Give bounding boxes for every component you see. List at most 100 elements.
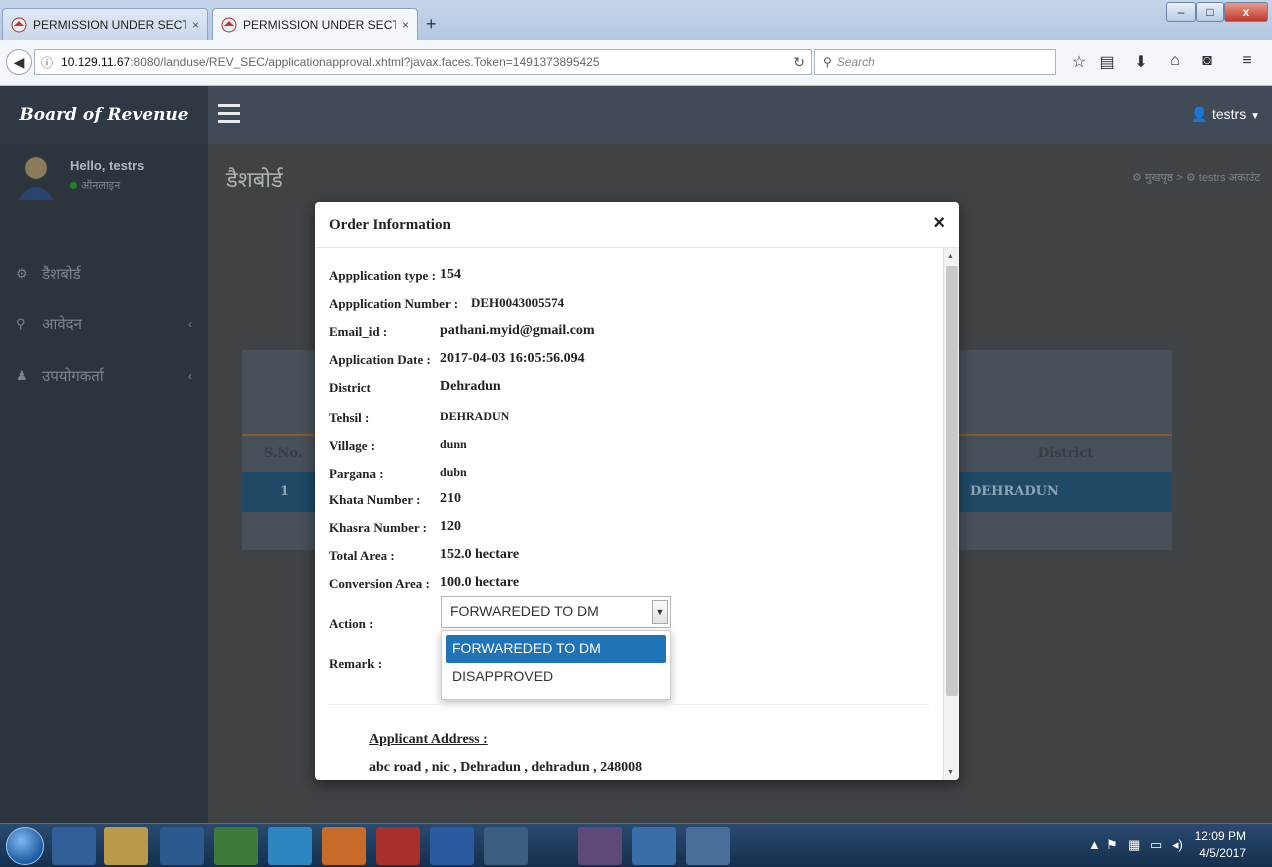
field-label: Conversion Area :	[329, 576, 430, 591]
action-option[interactable]: FORWAREDED TO DM	[446, 635, 666, 663]
browser-nav-bar: ◀ ⓘ 10.129.11.67 :8080/landuse/REV_SEC/a…	[0, 40, 1272, 86]
chevron-left-icon: ‹	[188, 369, 192, 383]
field-value: 120	[440, 519, 461, 534]
modal-body: Appplication type : 154 Appplication Num…	[315, 248, 943, 780]
remark-label: Remark :	[329, 656, 383, 671]
site-favicon-icon	[221, 17, 237, 32]
scroll-down-icon[interactable]: ▼	[947, 768, 954, 776]
field-label: District	[329, 380, 371, 395]
user-icon: 👤	[1190, 106, 1209, 122]
dashboard-icon: ⚙	[16, 266, 28, 281]
clock-date[interactable]: 4/5/2017	[1199, 846, 1246, 860]
file-explorer-icon[interactable]	[104, 827, 148, 865]
column-header-sno[interactable]: S.No.	[264, 446, 302, 461]
online-dot-icon	[70, 182, 77, 189]
clock-time[interactable]: 12:09 PM	[1195, 829, 1246, 843]
modal-title: Order Information	[329, 217, 451, 233]
site-info-icon[interactable]: ⓘ	[41, 54, 53, 71]
field-value: DEHRADUN	[440, 409, 510, 423]
acrobat-icon[interactable]	[376, 827, 420, 865]
new-tab-button[interactable]: +	[426, 14, 437, 35]
applicant-address-value: abc road , nic , Dehradun , dehradun , 2…	[369, 760, 643, 775]
download-icon[interactable]: ⬇	[1130, 52, 1152, 72]
scroll-thumb[interactable]	[946, 266, 958, 696]
page-title: डैशबोर्ड	[226, 167, 283, 192]
field-label: Total Area :	[329, 548, 395, 563]
postgres-icon[interactable]	[484, 827, 528, 865]
sidebar: Hello, testrs ऑनलाइन ⚙ डैशबोर्ड ⚲ आवेदन …	[0, 144, 208, 823]
column-header-district[interactable]: District	[1038, 446, 1093, 461]
flag-icon[interactable]: ⚑	[1106, 837, 1118, 853]
star-icon[interactable]: ☆	[1068, 52, 1090, 72]
address-bar[interactable]: ⓘ 10.129.11.67 :8080/landuse/REV_SEC/app…	[34, 49, 812, 75]
tab-title: PERMISSION UNDER SECTI...	[33, 17, 186, 32]
browser-tab-bar: PERMISSION UNDER SECTI... × PERMISSION U…	[0, 0, 1272, 40]
breadcrumb-home[interactable]: मुखपृष्ठ	[1145, 172, 1173, 184]
app-icon[interactable]	[268, 827, 312, 865]
order-information-modal: Order Information × Appplication type : …	[315, 202, 959, 780]
field-value: DEH0043005574	[471, 295, 565, 310]
sidebar-item-users[interactable]: ♟ उपयोगकर्ता ‹	[0, 356, 208, 396]
user-menu[interactable]: 👤 testrs ▼	[1191, 106, 1260, 123]
action-dropdown-list: FORWAREDED TO DM DISAPPROVED	[441, 630, 671, 700]
sidebar-item-application[interactable]: ⚲ आवेदन ‹	[0, 304, 208, 344]
search-icon: ⚲	[16, 316, 26, 331]
tab-title: PERMISSION UNDER SECTI...	[243, 17, 396, 32]
tab-close-icon[interactable]: ×	[402, 18, 409, 32]
chrome-icon[interactable]	[214, 827, 258, 865]
back-arrow-icon[interactable]: ◀	[6, 49, 32, 75]
minimize-icon[interactable]: –	[1166, 2, 1196, 22]
action-select[interactable]: FORWAREDED TO DM ▼	[441, 596, 671, 628]
chevron-down-icon[interactable]: ▼	[652, 600, 668, 624]
caret-down-icon: ▼	[1250, 111, 1260, 122]
ie-icon[interactable]	[52, 827, 96, 865]
tab-close-icon[interactable]: ×	[192, 18, 199, 32]
paint-icon[interactable]	[686, 827, 730, 865]
field-label: Tehsil :	[329, 410, 370, 425]
reload-icon[interactable]: ↻	[793, 54, 805, 71]
field-value: 100.0 hectare	[440, 575, 520, 590]
network-icon[interactable]: ▦	[1128, 837, 1140, 853]
scroll-up-icon[interactable]: ▲	[947, 252, 954, 260]
url-path: :8080/landuse/REV_SEC/applicationapprova…	[130, 55, 600, 69]
pocket-icon[interactable]: ◙	[1196, 52, 1218, 70]
search-placeholder: Search	[836, 55, 875, 69]
field-label: Appplication type :	[329, 268, 436, 283]
firefox-icon[interactable]	[322, 827, 366, 865]
system-tray: ▲ ⚑ ▦ ▭ ◂) 12:09 PM 4/5/2017	[1082, 824, 1272, 867]
user-name: testrs	[1211, 106, 1247, 122]
search-input[interactable]: ⚲ Search	[814, 49, 1056, 75]
cell-district: DEHRADUN	[970, 484, 1059, 499]
modal-scrollbar[interactable]: ▲ ▼	[943, 248, 959, 780]
app-header: Board of Revenue 👤 testrs ▼	[0, 86, 1272, 144]
monitor-icon[interactable]: ▭	[1150, 837, 1162, 853]
sidebar-item-dashboard[interactable]: ⚙ डैशबोर्ड	[0, 254, 208, 294]
start-button[interactable]	[6, 827, 44, 865]
hamburger-menu-icon[interactable]	[218, 104, 240, 124]
media-player-icon[interactable]	[160, 827, 204, 865]
volume-icon[interactable]: ◂)	[1172, 837, 1183, 853]
action-label: Action :	[329, 616, 374, 631]
browser-tab-1[interactable]: PERMISSION UNDER SECTI... ×	[2, 8, 208, 40]
action-option[interactable]: DISAPPROVED	[446, 663, 666, 691]
home-icon[interactable]: ⌂	[1164, 52, 1186, 70]
java-ee-ide-icon[interactable]	[578, 827, 622, 865]
browser-tab-2[interactable]: PERMISSION UNDER SECTI... ×	[212, 8, 418, 40]
field-value: 210	[440, 491, 461, 506]
window-close-icon[interactable]: x	[1224, 2, 1268, 22]
search-icon: ⚲	[823, 55, 832, 69]
reading-list-icon[interactable]: ▤	[1096, 52, 1118, 72]
word-icon[interactable]	[430, 827, 474, 865]
brand-logo[interactable]: Board of Revenue	[0, 86, 208, 144]
maximize-icon[interactable]: □	[1196, 2, 1224, 22]
menu-icon[interactable]: ≡	[1236, 52, 1258, 70]
dashboard-icon: ⚙	[1132, 172, 1142, 184]
divider	[329, 704, 929, 705]
user-icon: ♟	[16, 368, 28, 383]
field-label: Email_id :	[329, 324, 388, 339]
field-label: Pargana :	[329, 466, 384, 481]
close-icon[interactable]: ×	[933, 212, 945, 235]
field-label: Application Date :	[329, 352, 431, 367]
tray-arrow-icon[interactable]: ▲	[1088, 837, 1101, 852]
notepad-icon[interactable]	[632, 827, 676, 865]
